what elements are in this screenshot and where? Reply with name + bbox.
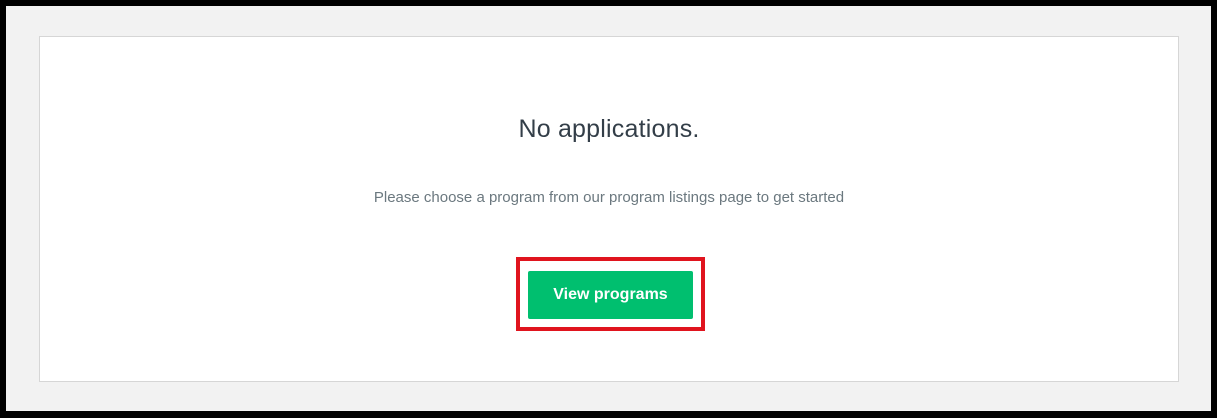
empty-state-title: No applications. [518, 115, 700, 143]
screenshot-frame: No applications. Please choose a program… [0, 0, 1217, 418]
view-programs-button[interactable]: View programs [528, 271, 693, 319]
empty-state-card: No applications. Please choose a program… [39, 36, 1179, 382]
empty-state-message: Please choose a program from our program… [373, 189, 845, 206]
